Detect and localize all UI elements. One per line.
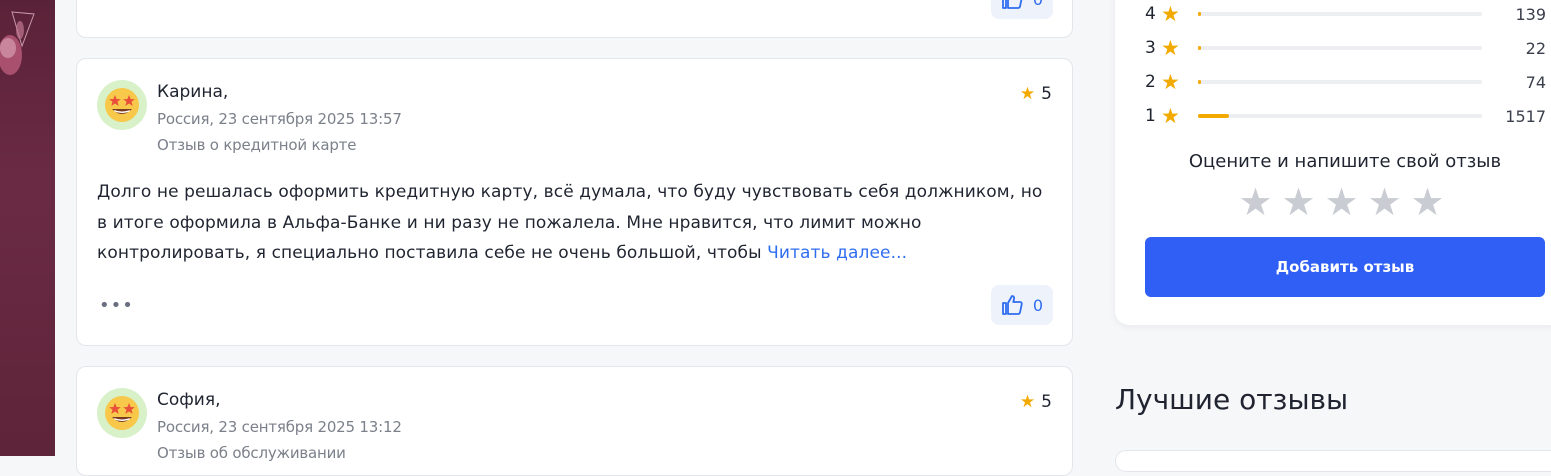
rating-count: 74 xyxy=(1525,72,1546,92)
rating-distribution-row: 1 ★ 1517 xyxy=(1145,104,1546,128)
rating-count: 1517 xyxy=(1505,106,1546,126)
banner-decoration-icon xyxy=(0,11,35,75)
rate-star-5-icon[interactable]: ★ xyxy=(1410,183,1445,221)
star-struck-emoji-icon xyxy=(105,88,139,122)
star-icon: ★ xyxy=(1161,2,1180,26)
star-icon: ★ xyxy=(1019,84,1036,104)
rate-star-3-icon[interactable]: ★ xyxy=(1324,183,1359,221)
rate-prompt: Оцените и напишите свой отзыв xyxy=(1188,151,1502,172)
rating-bar-track xyxy=(1198,46,1482,50)
rating-bar-fill xyxy=(1198,80,1201,84)
star-icon: ★ xyxy=(1161,70,1180,94)
rating-distribution-row: 2 ★ 74 xyxy=(1145,70,1546,94)
rating-distribution-row: 4 ★ 139 xyxy=(1145,2,1546,26)
like-count: 0 xyxy=(1033,0,1043,9)
rating-stars-label: 4 xyxy=(1145,4,1156,24)
rating-bar-fill xyxy=(1198,114,1230,118)
rate-star-2-icon[interactable]: ★ xyxy=(1281,183,1316,221)
like-count: 0 xyxy=(1032,295,1044,315)
review-date: Россия, 23 сентября 2025 13:12 xyxy=(157,418,402,436)
author-name: Карина, xyxy=(157,82,229,102)
promo-banner[interactable] xyxy=(0,0,55,456)
review-card: Карина, Россия, 23 сентября 2025 13:57 О… xyxy=(76,58,1073,346)
rating-count: 22 xyxy=(1525,38,1546,58)
review-rating: ★ 5 xyxy=(1020,392,1052,412)
rating-bar-track xyxy=(1198,80,1482,84)
review-text: Долго не решалась оформить кредитную кар… xyxy=(97,177,1057,269)
rating-bar-track xyxy=(1198,12,1482,16)
rate-star-1-icon[interactable]: ★ xyxy=(1238,183,1273,221)
star-icon: ★ xyxy=(1161,36,1180,60)
rate-star-4-icon[interactable]: ★ xyxy=(1367,183,1402,221)
star-icon: ★ xyxy=(1019,392,1036,412)
star-struck-emoji-icon xyxy=(105,396,139,430)
rating-stars-label: 3 xyxy=(1145,38,1156,58)
avatar xyxy=(97,388,147,438)
rating-distribution-row: 3 ★ 22 xyxy=(1145,36,1546,60)
review-card-previous: 0 xyxy=(76,0,1073,38)
rating-bar-fill xyxy=(1198,46,1201,50)
read-more-link[interactable]: Читать далее... xyxy=(767,243,907,263)
rating-value: 5 xyxy=(1041,84,1052,104)
rating-value: 5 xyxy=(1041,392,1052,412)
review-type: Отзыв о кредитной карте xyxy=(157,136,357,154)
like-button[interactable]: 0 xyxy=(991,0,1053,19)
review-type: Отзыв об обслуживании xyxy=(157,444,346,462)
review-date: Россия, 23 сентября 2025 13:57 xyxy=(157,110,402,128)
thumbs-up-icon xyxy=(1002,295,1023,315)
best-reviews-heading: Лучшие отзывы xyxy=(1115,383,1349,416)
rate-stars-input[interactable]: ★ ★ ★ ★ ★ xyxy=(1238,183,1445,221)
more-options-icon[interactable]: ••• xyxy=(99,295,134,316)
rating-stars-label: 2 xyxy=(1145,72,1156,92)
add-review-button[interactable]: Добавить отзыв xyxy=(1145,237,1545,297)
star-icon: ★ xyxy=(1161,104,1180,128)
avatar xyxy=(97,80,147,130)
rating-bar-fill xyxy=(1198,12,1201,16)
like-button[interactable]: 0 xyxy=(991,285,1053,325)
rating-count: 139 xyxy=(1515,4,1546,24)
review-rating: ★ 5 xyxy=(1020,84,1052,104)
author-name: София, xyxy=(157,390,221,410)
rating-bar-track xyxy=(1198,114,1482,118)
best-review-card xyxy=(1115,450,1551,472)
thumbs-up-icon xyxy=(1002,0,1023,9)
rating-stars-label: 1 xyxy=(1145,106,1156,126)
review-card: София, Россия, 23 сентября 2025 13:12 От… xyxy=(76,366,1073,476)
